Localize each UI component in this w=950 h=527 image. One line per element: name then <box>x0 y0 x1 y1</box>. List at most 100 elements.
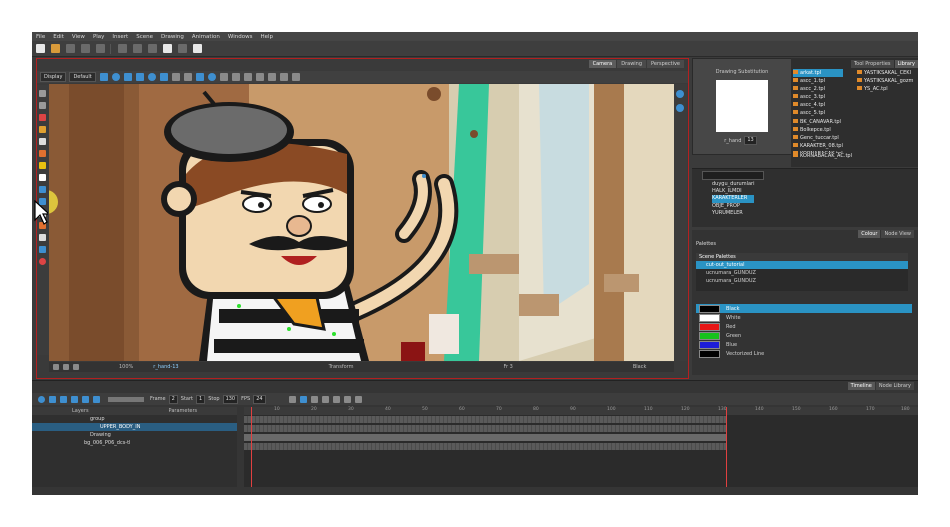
sound-icon[interactable] <box>71 395 78 403</box>
paste-icon[interactable] <box>178 44 187 53</box>
copy-icon[interactable] <box>163 44 172 53</box>
zoom-level[interactable]: 100% <box>119 364 133 370</box>
bone-icon[interactable] <box>171 73 180 81</box>
swatch-red[interactable]: Red <box>696 322 912 331</box>
frame-field[interactable]: 2 <box>168 394 178 404</box>
first-frame-icon[interactable] <box>49 395 56 403</box>
menu-drawing[interactable]: Drawing <box>157 34 188 40</box>
library-file[interactable]: ascc_5.tpl <box>793 109 843 117</box>
palette-item[interactable]: cut-out_tutorial <box>696 261 908 269</box>
lock-icon[interactable] <box>219 73 228 81</box>
undo-icon[interactable] <box>118 44 127 53</box>
tab-library[interactable]: Library <box>894 60 918 68</box>
library-file[interactable]: ascc_2.tpl <box>793 85 843 93</box>
next-frame-icon[interactable] <box>93 395 100 403</box>
menu-animation[interactable]: Animation <box>188 34 224 40</box>
distribute-icon[interactable] <box>291 73 300 81</box>
palette-item[interactable]: ucnumara_GUNDUZ <box>696 277 908 285</box>
layer-row[interactable]: group <box>32 415 237 423</box>
swatch-black[interactable]: Black <box>696 304 912 313</box>
frame-track[interactable] <box>244 434 726 441</box>
tab-timeline[interactable]: Timeline <box>847 382 875 390</box>
save-as-icon[interactable] <box>81 44 90 53</box>
mask-icon[interactable] <box>63 364 69 370</box>
rotate-icon[interactable] <box>135 73 144 81</box>
library-file[interactable]: YASTIKSAKAL_gozm <box>857 77 913 85</box>
tab-drawing[interactable]: Drawing <box>617 60 647 68</box>
tree-item-selected[interactable]: KARAKTERLER <box>712 195 755 203</box>
rotate-view-icon[interactable] <box>676 90 684 98</box>
transform-icon[interactable] <box>99 73 108 81</box>
delete-icon[interactable] <box>193 44 202 53</box>
layer-row-selected[interactable]: UPPER_BODY_IN <box>32 423 237 431</box>
swatch-green[interactable]: Green <box>696 331 912 340</box>
play-icon[interactable] <box>38 395 45 403</box>
open-folder-icon[interactable] <box>51 44 60 53</box>
align-center-icon[interactable] <box>267 73 276 81</box>
palette-item[interactable]: ucnumara_GUNDUZ <box>696 269 908 277</box>
reset-view-icon[interactable] <box>676 104 684 112</box>
scale-icon[interactable] <box>147 73 156 81</box>
tab-node-library[interactable]: Node Library <box>875 382 914 390</box>
timeline-frames[interactable]: 10 20 30 40 50 60 70 80 90 100 110 120 1… <box>244 407 918 487</box>
tree-item[interactable]: HALK_ILMDI <box>712 188 754 195</box>
eraser-tool-icon[interactable] <box>39 150 46 157</box>
record-tool-icon[interactable] <box>39 258 46 265</box>
menu-windows[interactable]: Windows <box>224 34 257 40</box>
pencil-tool-icon[interactable] <box>39 126 46 133</box>
menu-play[interactable]: Play <box>89 34 108 40</box>
default-select[interactable]: Default <box>69 72 96 82</box>
tab-colour[interactable]: Colour <box>858 230 881 238</box>
library-file[interactable]: YASTIKSAKAL_CEKI <box>857 69 913 77</box>
text-tool-icon[interactable] <box>39 138 46 145</box>
transform-tool-icon[interactable] <box>39 186 46 193</box>
tree-item[interactable]: YURUMELER <box>712 210 754 217</box>
save-icon[interactable] <box>66 44 75 53</box>
hand-tool-icon[interactable] <box>39 174 46 181</box>
light-icon[interactable] <box>53 364 59 370</box>
align-left-icon[interactable] <box>255 73 264 81</box>
paint-tool-icon[interactable] <box>39 162 46 169</box>
onion-skin-icon[interactable] <box>207 73 216 81</box>
align-right-icon[interactable] <box>279 73 288 81</box>
library-search-input[interactable] <box>702 171 764 180</box>
stop-motion-icon[interactable] <box>321 395 329 403</box>
stop-field[interactable]: 130 <box>222 394 239 404</box>
tree-item[interactable]: OBJE_PROP <box>712 203 754 210</box>
swatch-vectorized-line[interactable]: Vectorized Line <box>696 349 912 358</box>
library-file[interactable]: Genc_tuccar.tpl <box>793 134 843 142</box>
library-file[interactable]: Bolkepce.tpl <box>793 126 843 134</box>
contour-editor-icon[interactable] <box>39 102 46 109</box>
fps-field[interactable]: 24 <box>253 394 266 404</box>
tab-camera[interactable]: Camera <box>588 60 617 68</box>
skew-icon[interactable] <box>159 73 168 81</box>
playhead[interactable] <box>251 407 252 487</box>
dropper-tool-icon[interactable] <box>39 246 46 253</box>
library-file[interactable]: BK_CANAVAR.tpl <box>793 118 843 126</box>
insert-keyframe-icon[interactable] <box>332 395 340 403</box>
delete-keyframe-icon[interactable] <box>343 395 351 403</box>
frame-track[interactable] <box>244 443 726 450</box>
crop-tool-icon[interactable] <box>39 234 46 241</box>
tree-item[interactable]: duygu_durumlari <box>712 181 754 188</box>
swatch-white[interactable]: White <box>696 313 912 322</box>
menu-view[interactable]: View <box>68 34 89 40</box>
cut-icon[interactable] <box>148 44 157 53</box>
playback-speed-slider[interactable] <box>108 396 144 402</box>
frame-track[interactable] <box>244 425 726 432</box>
grid-icon[interactable] <box>195 73 204 81</box>
library-file[interactable]: ascc_4.tpl <box>793 101 843 109</box>
translate-icon[interactable] <box>123 73 132 81</box>
tab-tool-properties[interactable]: Tool Properties <box>850 60 894 68</box>
display-select[interactable]: Display <box>40 72 67 82</box>
motion-icon[interactable] <box>310 395 318 403</box>
swatch-blue[interactable]: Blue <box>696 340 912 349</box>
menu-scene[interactable]: Scene <box>132 34 157 40</box>
import-icon[interactable] <box>96 44 105 53</box>
layer-row[interactable]: bg_006_P06_dcs-tl <box>32 439 237 447</box>
loop-icon[interactable] <box>60 395 67 403</box>
prev-frame-icon[interactable] <box>82 395 89 403</box>
flip-horizontal-icon[interactable] <box>231 73 240 81</box>
menu-insert[interactable]: Insert <box>108 34 132 40</box>
library-file[interactable]: ascc_1.tpl <box>793 77 843 85</box>
